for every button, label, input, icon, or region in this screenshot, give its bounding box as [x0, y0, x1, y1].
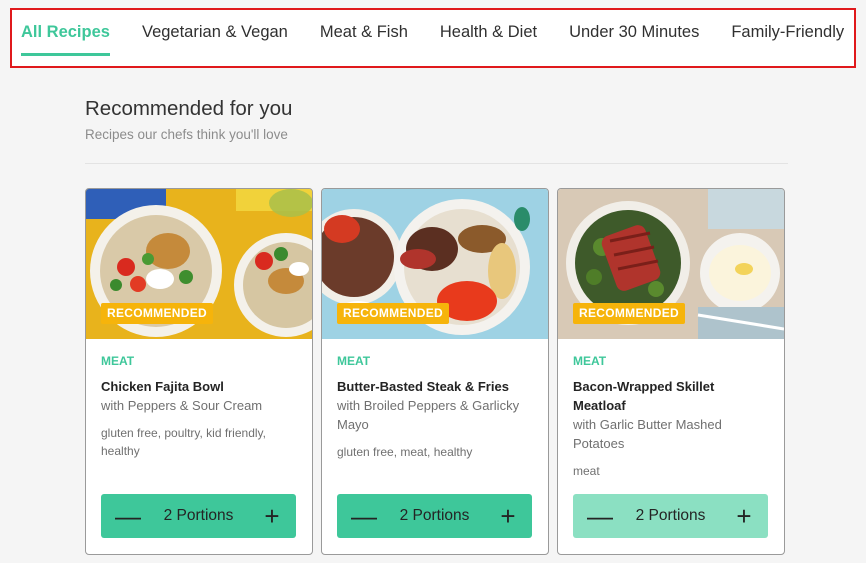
tab-vegetarian-vegan[interactable]: Vegetarian & Vegan [142, 10, 288, 66]
recipe-image[interactable]: RECOMMENDED [558, 189, 784, 339]
portion-count: 2 Portions [399, 507, 470, 524]
tab-health-diet[interactable]: Health & Diet [440, 10, 537, 66]
recipe-subtitle: with Broiled Peppers & Garlicky Mayo [337, 398, 520, 432]
recipe-subtitle: with Garlic Butter Mashed Potatoes [573, 417, 722, 451]
recipe-subtitle: with Peppers & Sour Cream [101, 398, 263, 413]
recipe-title[interactable]: Butter-Basted Steak & Fries [337, 377, 533, 396]
portion-selector: — 2 Portions + [337, 494, 532, 538]
minus-icon[interactable]: — [351, 503, 377, 529]
recipe-tags: gluten free, poultry, kid friendly, heal… [101, 426, 266, 458]
recipe-title[interactable]: Chicken Fajita Bowl [101, 377, 297, 396]
recipe-card[interactable]: RECOMMENDED MEAT Chicken Fajita Bowl wit… [85, 188, 313, 555]
plus-icon[interactable]: + [498, 503, 518, 529]
tab-meat-fish[interactable]: Meat & Fish [320, 10, 408, 66]
plus-icon[interactable]: + [734, 503, 754, 529]
minus-icon[interactable]: — [115, 503, 141, 529]
tab-all-recipes[interactable]: All Recipes [21, 10, 110, 66]
recipe-category: MEAT [337, 354, 371, 368]
recipe-image[interactable]: RECOMMENDED [86, 189, 312, 339]
portion-selector: — 2 Portions + [573, 494, 768, 538]
recipe-card[interactable]: RECOMMENDED MEAT Bacon-Wrapped Skillet M… [557, 188, 785, 555]
recommended-badge: RECOMMENDED [573, 303, 685, 324]
portion-count: 2 Portions [635, 507, 706, 524]
section-subtitle: Recipes our chefs think you'll love [85, 127, 288, 142]
tab-under-30-minutes[interactable]: Under 30 Minutes [569, 10, 699, 66]
portion-count: 2 Portions [163, 507, 234, 524]
recommended-badge: RECOMMENDED [101, 303, 213, 324]
recipe-category: MEAT [573, 354, 607, 368]
recipe-tags: meat [573, 464, 600, 478]
recipe-tags: gluten free, meat, healthy [337, 445, 473, 459]
section-divider [85, 163, 788, 164]
category-tabs: All Recipes Vegetarian & Vegan Meat & Fi… [10, 8, 856, 68]
section-title: Recommended for you [85, 97, 293, 120]
tab-family-friendly[interactable]: Family-Friendly [731, 10, 844, 66]
portion-selector: — 2 Portions + [101, 494, 296, 538]
recommended-badge: RECOMMENDED [337, 303, 449, 324]
recipe-image[interactable]: RECOMMENDED [322, 189, 548, 339]
minus-icon[interactable]: — [587, 503, 613, 529]
plus-icon[interactable]: + [262, 503, 282, 529]
recipe-card[interactable]: RECOMMENDED MEAT Butter-Basted Steak & F… [321, 188, 549, 555]
recipe-category: MEAT [101, 354, 135, 368]
recipe-title[interactable]: Bacon-Wrapped Skillet Meatloaf [573, 377, 769, 415]
